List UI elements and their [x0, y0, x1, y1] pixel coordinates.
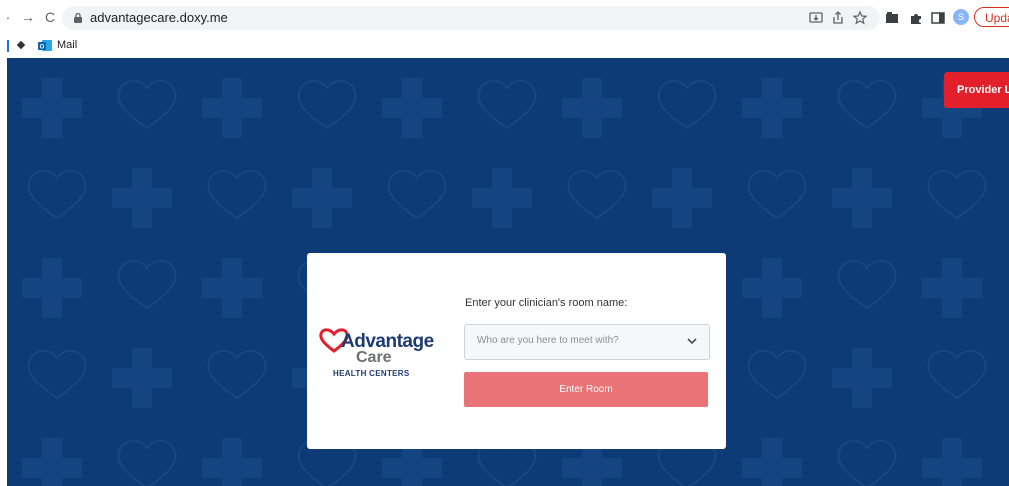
advantagecare-logo: Advantage Care HEALTH CENTERS [319, 323, 439, 383]
browser-toolbar: · → C advantagecare.doxy.me S Upda [0, 0, 1009, 36]
outlook-icon[interactable]: O [38, 39, 52, 52]
url-text: advantagecare.doxy.me [90, 10, 228, 25]
provider-login-button[interactable]: Provider Lo [944, 72, 1009, 108]
enter-room-button[interactable]: Enter Room [464, 372, 708, 407]
clinician-room-select[interactable]: Who are you here to meet with? [464, 324, 710, 360]
chevron-down-icon [687, 338, 697, 345]
lock-icon [74, 12, 82, 23]
logo-care-text: Care [356, 349, 392, 366]
back-icon[interactable]: · [0, 9, 16, 25]
side-panel-icon[interactable] [930, 10, 946, 26]
extension-icon[interactable] [884, 10, 900, 26]
select-placeholder: Who are you here to meet with? [477, 335, 619, 346]
room-entry-card: Advantage Care HEALTH CENTERS Enter your… [307, 253, 726, 449]
apps-bar-icon [7, 40, 9, 52]
page-background: Provider Lo Advantage Care HEALTH CENTER… [7, 58, 1009, 486]
reload-icon[interactable]: C [42, 9, 58, 25]
bookmarks-bar: O Mail [0, 36, 1009, 56]
update-button[interactable]: Upda [974, 7, 1009, 27]
profile-avatar[interactable]: S [953, 9, 969, 25]
share-icon[interactable] [830, 10, 846, 26]
forward-icon[interactable]: → [20, 9, 36, 25]
extensions-puzzle-icon[interactable] [908, 10, 924, 26]
bookmark-mail[interactable]: Mail [57, 39, 77, 51]
address-bar[interactable]: advantagecare.doxy.me [62, 6, 880, 30]
svg-text:O: O [40, 45, 45, 51]
install-app-icon[interactable] [808, 10, 824, 26]
bookmark-star-icon[interactable] [852, 10, 868, 26]
bookmark-diamond-icon[interactable] [16, 40, 26, 50]
room-name-label: Enter your clinician's room name: [465, 297, 628, 309]
logo-health-centers-text: HEALTH CENTERS [333, 369, 410, 378]
